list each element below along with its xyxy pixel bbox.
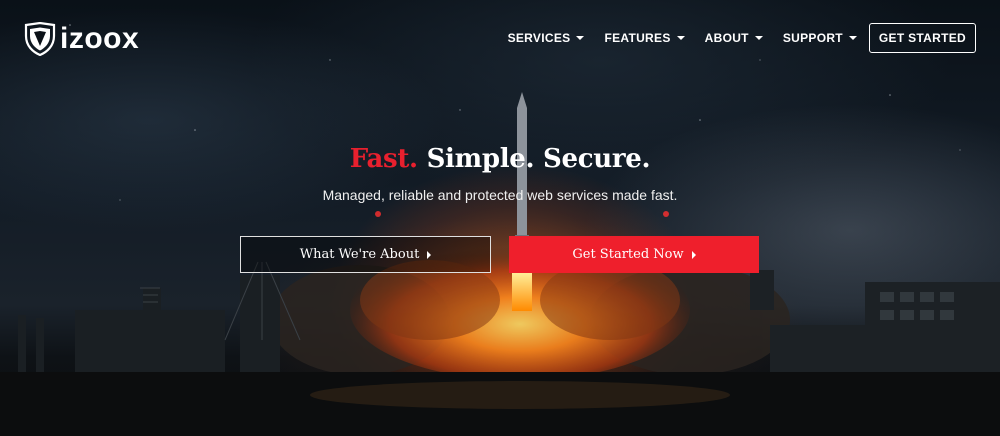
hero-title: Fast. Simple. Secure. xyxy=(0,144,1000,174)
nav-item-label: ABOUT xyxy=(704,31,749,45)
nav-item-label: SERVICES xyxy=(507,31,571,45)
get-started-nav-button[interactable]: GET STARTED xyxy=(868,23,976,53)
chevron-down-icon xyxy=(848,36,857,40)
get-started-now-button[interactable]: Get Started Now xyxy=(509,236,759,273)
hero-title-rest: Simple. Secure. xyxy=(426,144,651,174)
brand-logo[interactable]: izoox xyxy=(24,22,139,56)
nav-item-label: FEATURES xyxy=(604,31,671,45)
nav-item-services[interactable]: SERVICES xyxy=(508,31,585,45)
hero-title-accent: Fast. xyxy=(349,144,418,174)
nav-item-features[interactable]: FEATURES xyxy=(604,31,685,45)
caret-right-icon xyxy=(427,250,432,259)
nav-item-label: SUPPORT xyxy=(782,31,843,45)
hero-background xyxy=(0,0,1000,436)
nav-item-support[interactable]: SUPPORT xyxy=(783,31,857,45)
chevron-down-icon xyxy=(576,36,585,40)
nav-item-about[interactable]: ABOUT xyxy=(705,31,763,45)
launch-towers xyxy=(18,275,280,375)
button-label: Get Started Now xyxy=(572,247,684,262)
brand-name: izoox xyxy=(60,22,140,55)
button-label: What We're About xyxy=(299,247,420,262)
what-were-about-button[interactable]: What We're About xyxy=(240,236,491,273)
hero-subtitle: Managed, reliable and protected web serv… xyxy=(322,187,678,203)
chevron-down-icon xyxy=(754,36,763,40)
rocket-launch-illustration xyxy=(0,24,1000,436)
shield-logo-icon xyxy=(24,22,56,56)
main-navigation: SERVICES FEATURES ABOUT SUPPORT GET STAR… xyxy=(488,23,976,53)
caret-right-icon xyxy=(691,250,696,259)
chevron-down-icon xyxy=(676,36,685,40)
